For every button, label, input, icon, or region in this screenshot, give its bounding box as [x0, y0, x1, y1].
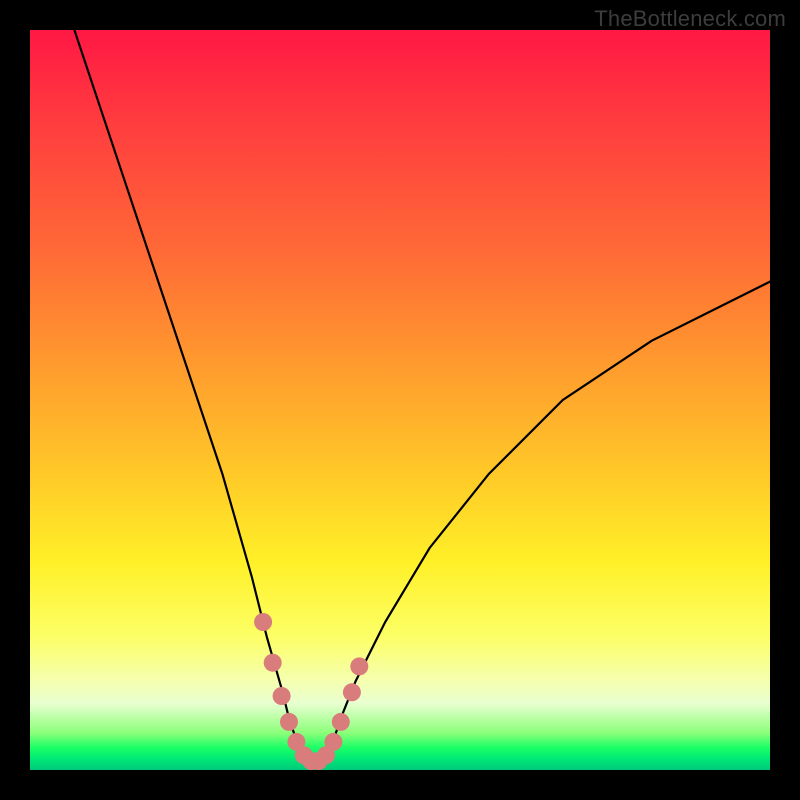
marker-dot [343, 683, 361, 701]
marker-dot [280, 713, 298, 731]
plot-area [30, 30, 770, 770]
marker-dot [350, 657, 368, 675]
marker-dot [273, 687, 291, 705]
marker-dot [264, 654, 282, 672]
highlight-markers [254, 613, 368, 770]
watermark-text: TheBottleneck.com [594, 6, 786, 32]
bottleneck-curve [74, 30, 770, 763]
marker-dot [254, 613, 272, 631]
chart-svg [30, 30, 770, 770]
marker-dot [332, 713, 350, 731]
outer-frame: TheBottleneck.com [0, 0, 800, 800]
marker-dot [324, 733, 342, 751]
